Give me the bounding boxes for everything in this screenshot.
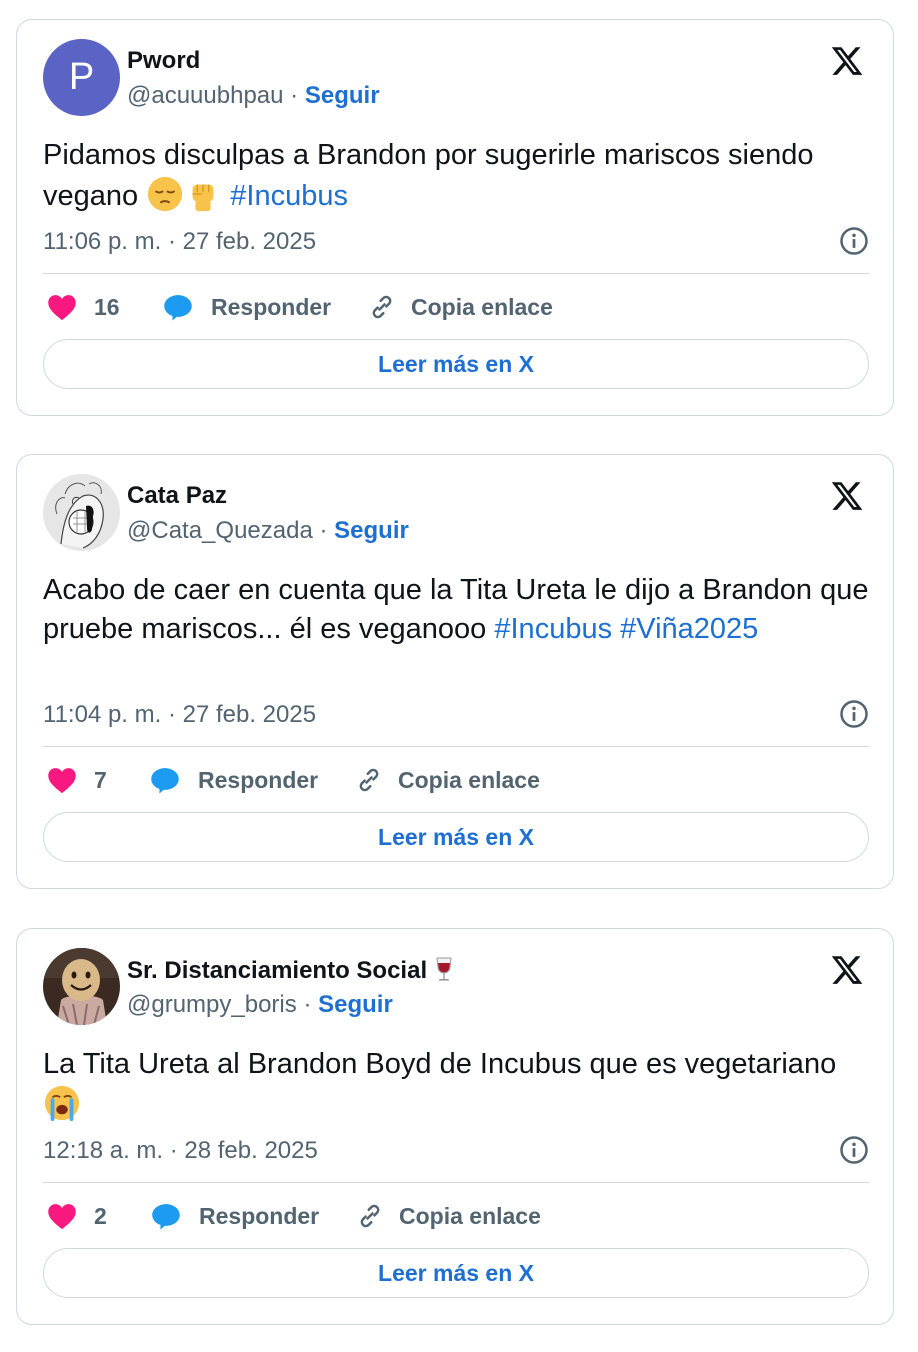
reply-label: Responder	[198, 766, 319, 793]
heart-icon	[48, 295, 76, 321]
x-logo-icon[interactable]	[829, 44, 865, 78]
author-name[interactable]: Sr. Distanciamiento Social	[127, 956, 455, 985]
wine-glass-icon	[433, 957, 455, 984]
sketch-portrait-icon	[43, 474, 120, 551]
tweet-card[interactable]: Sr. Distanciamiento Social @grumpy_boris…	[16, 928, 894, 1325]
author-name-text: Sr. Distanciamiento Social	[127, 957, 428, 984]
speech-bubble-icon	[151, 768, 179, 794]
loudly-crying-face-icon	[43, 1084, 81, 1122]
tweet-text: Acabo de caer en cuenta que la Tita Uret…	[43, 571, 873, 649]
read-more-button[interactable]: Leer más en X	[43, 812, 869, 862]
author-handle[interactable]: @acuuubhpau	[127, 82, 284, 109]
follow-button[interactable]: Seguir	[334, 517, 409, 544]
tweet-text-body: La Tita Ureta al Brandon Boyd de Incubus…	[43, 1048, 837, 1080]
like-count: 16	[94, 293, 120, 320]
reply-button[interactable]: Responder	[150, 762, 318, 798]
read-more-button[interactable]: Leer más en X	[43, 1248, 869, 1298]
author-handle-row: @grumpy_boris · Seguir	[127, 991, 393, 1019]
like-button[interactable]: 2	[47, 1198, 107, 1234]
timestamp-row: 12:18 a. m. · 28 feb. 2025	[43, 1135, 869, 1165]
heart-icon	[48, 1204, 76, 1230]
author-handle[interactable]: @Cata_Quezada	[127, 517, 313, 544]
info-icon[interactable]	[839, 226, 869, 256]
reply-label: Responder	[199, 1202, 320, 1229]
separator-dot: ·	[319, 517, 328, 544]
hashtag-link[interactable]: #Viña2025	[620, 613, 758, 645]
copy-link-button[interactable]: Copia enlace	[354, 762, 540, 798]
follow-button[interactable]: Seguir	[305, 82, 380, 109]
link-icon	[360, 1204, 380, 1228]
author-handle-row: @acuuubhpau · Seguir	[127, 82, 380, 110]
timestamp-row: 11:06 p. m. · 27 feb. 2025	[43, 226, 869, 256]
like-button[interactable]: 7	[47, 762, 107, 798]
info-icon[interactable]	[839, 1135, 869, 1165]
hashtag-link[interactable]: #Incubus	[494, 613, 612, 645]
link-icon	[372, 295, 392, 319]
divider	[43, 746, 869, 747]
timestamp[interactable]: 12:18 a. m. · 28 feb. 2025	[43, 1137, 318, 1164]
copy-link-label: Copia enlace	[399, 1202, 541, 1229]
pensive-face-icon	[146, 175, 184, 213]
separator-dot: ·	[303, 991, 312, 1018]
divider	[43, 273, 869, 274]
link-icon	[359, 768, 379, 792]
read-more-button[interactable]: Leer más en X	[43, 339, 869, 389]
copy-link-button[interactable]: Copia enlace	[367, 289, 553, 325]
tweet-card[interactable]: Cata Paz @Cata_Quezada · Seguir Acabo de…	[16, 454, 894, 889]
copy-link-button[interactable]: Copia enlace	[355, 1198, 541, 1234]
speech-bubble-icon	[164, 295, 192, 321]
like-count: 2	[94, 1202, 107, 1229]
smiley-mask-photo-icon	[43, 948, 120, 1025]
author-name[interactable]: Pword	[127, 47, 200, 75]
avatar[interactable]	[43, 948, 120, 1025]
speech-bubble-icon	[152, 1204, 180, 1230]
hashtag-link[interactable]: #Incubus	[230, 180, 348, 212]
reply-label: Responder	[211, 293, 332, 320]
x-logo-icon[interactable]	[829, 953, 865, 987]
tweet-text: La Tita Ureta al Brandon Boyd de Incubus…	[43, 1045, 873, 1125]
tweet-feed: P Pword @acuuubhpau · Seguir Pidamos dis…	[0, 0, 918, 1352]
like-count: 7	[94, 766, 107, 793]
reply-button[interactable]: Responder	[151, 1198, 319, 1234]
timestamp[interactable]: 11:04 p. m. · 27 feb. 2025	[43, 701, 316, 728]
author-name[interactable]: Cata Paz	[127, 482, 227, 510]
author-handle[interactable]: @grumpy_boris	[127, 991, 297, 1018]
x-logo-icon[interactable]	[829, 479, 865, 513]
raised-fist-icon	[184, 175, 222, 213]
tweet-card[interactable]: P Pword @acuuubhpau · Seguir Pidamos dis…	[16, 19, 894, 416]
info-icon[interactable]	[839, 699, 869, 729]
copy-link-label: Copia enlace	[398, 766, 540, 793]
avatar-letter: P	[43, 39, 120, 116]
reply-button[interactable]: Responder	[163, 289, 331, 325]
like-button[interactable]: 16	[47, 289, 120, 325]
heart-icon	[48, 768, 76, 794]
tweet-text: Pidamos disculpas a Brandon por sugerirl…	[43, 136, 873, 216]
author-handle-row: @Cata_Quezada · Seguir	[127, 517, 409, 545]
copy-link-label: Copia enlace	[411, 293, 553, 320]
follow-button[interactable]: Seguir	[318, 991, 393, 1018]
timestamp-row: 11:04 p. m. · 27 feb. 2025	[43, 699, 869, 729]
separator-dot: ·	[290, 82, 299, 109]
divider	[43, 1182, 869, 1183]
timestamp[interactable]: 11:06 p. m. · 27 feb. 2025	[43, 228, 316, 255]
avatar[interactable]: P	[43, 39, 120, 116]
avatar[interactable]	[43, 474, 120, 551]
